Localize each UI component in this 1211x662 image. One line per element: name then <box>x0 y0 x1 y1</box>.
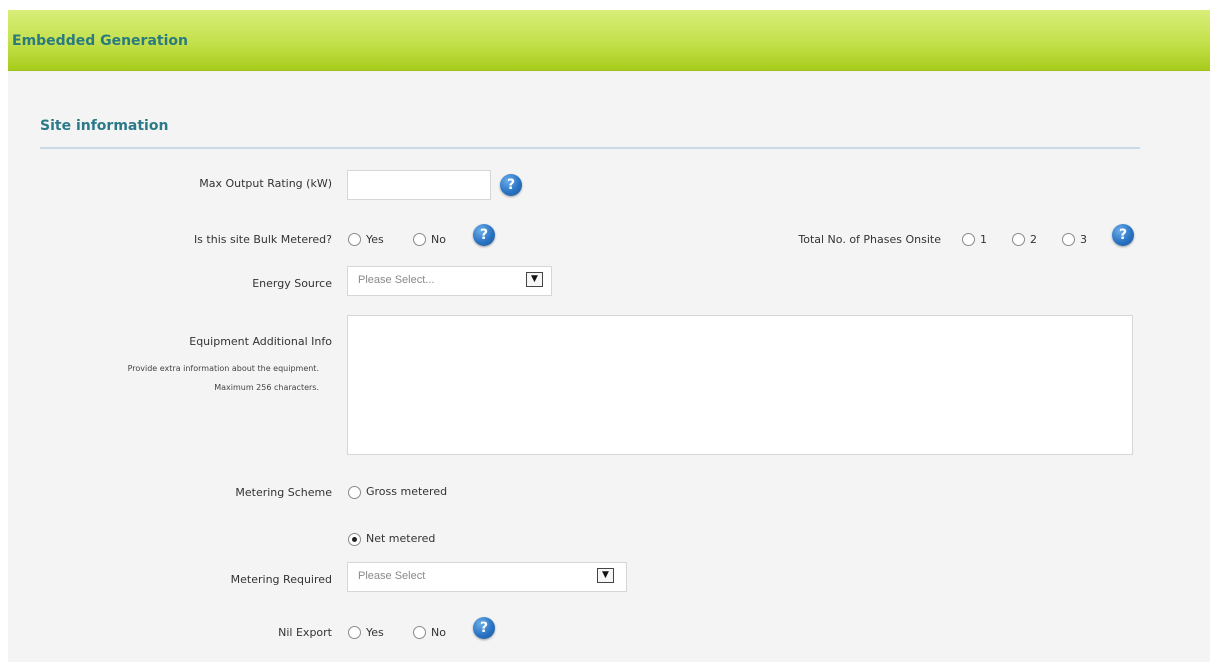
bulk-metered-yes-radio[interactable] <box>348 233 361 246</box>
phases-3-label: 3 <box>1080 233 1087 246</box>
max-output-help-icon[interactable]: ? <box>500 174 522 196</box>
bulk-metered-no-radio[interactable] <box>413 233 426 246</box>
phases-2-label: 2 <box>1030 233 1037 246</box>
nil-export-no-label: No <box>431 626 446 639</box>
chevron-down-icon[interactable]: ▼ <box>597 568 614 583</box>
equipment-info-label: Equipment Additional Info <box>189 335 332 348</box>
section-title: Site information <box>40 118 169 134</box>
net-metered-label: Net metered <box>366 532 436 545</box>
max-output-label: Max Output Rating (kW) <box>199 177 332 190</box>
bulk-metered-help-icon[interactable]: ? <box>473 224 495 246</box>
net-metered-radio[interactable] <box>348 533 361 546</box>
nil-export-no-radio[interactable] <box>413 626 426 639</box>
bulk-metered-label: Is this site Bulk Metered? <box>193 233 332 246</box>
chevron-down-icon[interactable]: ▼ <box>526 272 543 287</box>
bulk-metered-no-label: No <box>431 233 446 246</box>
energy-source-value: Please Select... <box>358 274 435 286</box>
phases-help-icon[interactable]: ? <box>1112 224 1134 246</box>
nil-export-label: Nil Export <box>278 626 332 639</box>
equipment-info-hint-1: Provide extra information about the equi… <box>127 364 319 373</box>
metering-required-select[interactable]: Please Select ▼ <box>347 562 627 592</box>
phases-3-radio[interactable] <box>1062 233 1075 246</box>
phases-label: Total No. of Phases Onsite <box>798 233 941 246</box>
nil-export-yes-radio[interactable] <box>348 626 361 639</box>
page-header: Embedded Generation <box>8 10 1210 71</box>
metering-required-value: Please Select <box>358 570 426 582</box>
gross-metered-radio[interactable] <box>348 486 361 499</box>
phases-1-label: 1 <box>980 233 987 246</box>
equipment-info-textarea[interactable] <box>347 315 1133 455</box>
phases-2-radio[interactable] <box>1012 233 1025 246</box>
equipment-info-hint-2: Maximum 256 characters. <box>214 383 319 392</box>
gross-metered-label: Gross metered <box>366 485 448 498</box>
phases-1-radio[interactable] <box>962 233 975 246</box>
nil-export-yes-label: Yes <box>366 626 384 639</box>
energy-source-label: Energy Source <box>252 277 332 290</box>
metering-required-label: Metering Required <box>230 573 332 586</box>
page-title: Embedded Generation <box>12 33 188 49</box>
nil-export-help-icon[interactable]: ? <box>473 617 495 639</box>
metering-scheme-label: Metering Scheme <box>235 486 332 499</box>
section-divider <box>40 147 1140 149</box>
max-output-input[interactable] <box>347 170 491 200</box>
bulk-metered-yes-label: Yes <box>366 233 384 246</box>
energy-source-select[interactable]: Please Select... ▼ <box>347 266 552 296</box>
